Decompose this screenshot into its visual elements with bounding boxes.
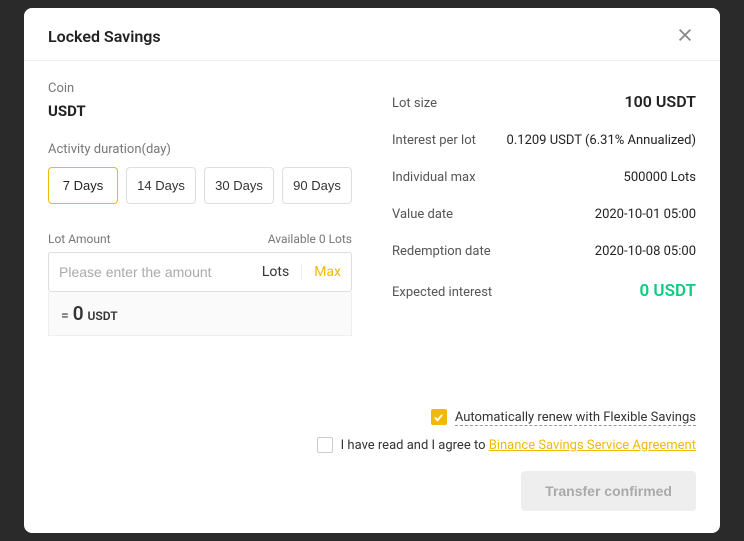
agreement-link[interactable]: Binance Savings Service Agreement bbox=[489, 438, 696, 453]
locked-savings-modal: Locked Savings Coin USDT Activity durati… bbox=[24, 8, 720, 533]
duration-option-90[interactable]: 90 Days bbox=[282, 167, 352, 204]
info-value: 2020-10-08 05:00 bbox=[595, 244, 696, 259]
close-icon[interactable] bbox=[676, 26, 696, 46]
lot-max-button[interactable]: Max bbox=[302, 264, 341, 280]
info-value-date: Value date 2020-10-01 05:00 bbox=[392, 196, 696, 233]
info-value: 100 USDT bbox=[625, 92, 696, 111]
equals-sign: = bbox=[61, 308, 69, 324]
info-label: Individual max bbox=[392, 170, 476, 185]
modal-footer: Automatically renew with Flexible Saving… bbox=[24, 401, 720, 533]
equals-unit: USDT bbox=[88, 309, 118, 323]
auto-renew-checkbox[interactable] bbox=[431, 409, 447, 425]
info-label: Interest per lot bbox=[392, 133, 476, 148]
coin-value: USDT bbox=[48, 102, 352, 120]
info-expected-interest: Expected interest 0 USDT bbox=[392, 270, 696, 312]
agree-row: I have read and I agree to Binance Savin… bbox=[317, 437, 696, 453]
duration-option-7[interactable]: 7 Days bbox=[48, 167, 118, 204]
info-label: Redemption date bbox=[392, 244, 491, 259]
agree-label: I have read and I agree to Binance Savin… bbox=[341, 438, 696, 453]
info-label: Lot size bbox=[392, 96, 437, 111]
info-redemption-date: Redemption date 2020-10-08 05:00 bbox=[392, 233, 696, 270]
equals-value: 0 bbox=[73, 302, 84, 325]
lot-amount-input[interactable] bbox=[59, 264, 250, 280]
auto-renew-label: Automatically renew with Flexible Saving… bbox=[455, 410, 696, 425]
modal-title: Locked Savings bbox=[48, 27, 161, 46]
right-column: Lot size 100 USDT Interest per lot 0.120… bbox=[392, 81, 696, 391]
auto-renew-row: Automatically renew with Flexible Saving… bbox=[431, 409, 696, 425]
agree-checkbox[interactable] bbox=[317, 437, 333, 453]
lot-equals-box: = 0 USDT bbox=[48, 292, 352, 336]
left-column: Coin USDT Activity duration(day) 7 Days … bbox=[48, 81, 352, 391]
modal-body: Coin USDT Activity duration(day) 7 Days … bbox=[24, 61, 720, 401]
info-label: Value date bbox=[392, 207, 453, 222]
info-value: 500000 Lots bbox=[624, 170, 696, 185]
transfer-confirmed-button[interactable]: Transfer confirmed bbox=[521, 471, 696, 511]
info-interest-per-lot: Interest per lot 0.1209 USDT (6.31% Annu… bbox=[392, 122, 696, 159]
lot-amount-label: Lot Amount bbox=[48, 232, 111, 246]
duration-option-14[interactable]: 14 Days bbox=[126, 167, 196, 204]
info-value: 2020-10-01 05:00 bbox=[595, 207, 696, 222]
duration-label: Activity duration(day) bbox=[48, 142, 352, 157]
info-value: 0.1209 USDT (6.31% Annualized) bbox=[507, 133, 696, 148]
duration-option-30[interactable]: 30 Days bbox=[204, 167, 274, 204]
duration-options: 7 Days 14 Days 30 Days 90 Days bbox=[48, 167, 352, 204]
info-individual-max: Individual max 500000 Lots bbox=[392, 159, 696, 196]
modal-header: Locked Savings bbox=[24, 8, 720, 61]
lot-available: Available 0 Lots bbox=[268, 232, 352, 246]
info-label: Expected interest bbox=[392, 285, 492, 300]
coin-label: Coin bbox=[48, 81, 352, 96]
info-value: 0 USDT bbox=[639, 281, 696, 301]
lot-unit: Lots bbox=[250, 264, 302, 280]
lot-input-row: Lots Max bbox=[48, 252, 352, 292]
lot-header: Lot Amount Available 0 Lots bbox=[48, 232, 352, 246]
agree-prefix: I have read and I agree to bbox=[341, 438, 489, 453]
info-lot-size: Lot size 100 USDT bbox=[392, 81, 696, 122]
